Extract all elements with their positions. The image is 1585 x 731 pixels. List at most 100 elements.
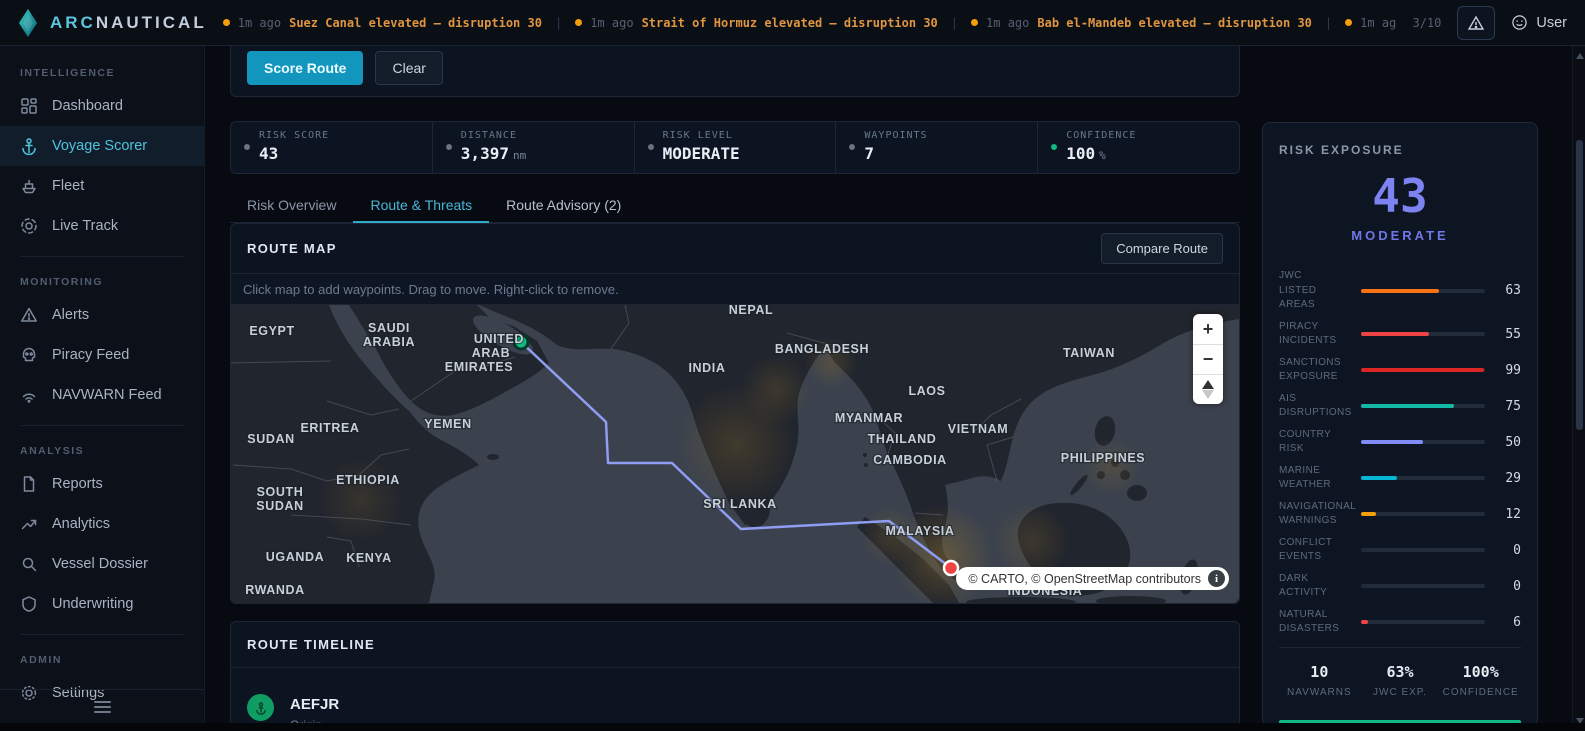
metric-label: COUNTRY RISK (1279, 428, 1332, 455)
shield-icon (20, 595, 38, 613)
sidebar-item-underwriting[interactable]: Underwriting (0, 584, 204, 624)
risk-metric-jwc-listed-areas: JWC LISTED AREAS 63 (1279, 269, 1521, 313)
svg-text:KENYA: KENYA (346, 551, 392, 565)
divider: | (1324, 15, 1333, 30)
sidebar-item-vessel-dossier[interactable]: Vessel Dossier (0, 544, 204, 584)
sidebar-item-reports[interactable]: Reports (0, 464, 204, 504)
status-dot-icon (849, 144, 856, 150)
summary-jwc-exp: 63% JWC EXP. (1360, 663, 1441, 698)
stat-risk-level: RISK LEVEL MODERATE (633, 122, 836, 173)
info-icon[interactable]: i (1208, 570, 1225, 587)
svg-text:BANGLADESH: BANGLADESH (775, 342, 869, 356)
sidebar-item-label: NAVWARN Feed (52, 387, 162, 403)
sidebar: INTELLIGENCE Dashboard Voyage Scorer Fle… (0, 46, 205, 731)
summary-navwarns: 10 NAVWARNS (1279, 663, 1360, 698)
risk-metric-ais-disruptions: AIS DISRUPTIONS 75 (1279, 392, 1521, 421)
stat-label: WAYPOINTS (864, 130, 928, 141)
route-actions-card: Score Route Clear (230, 46, 1240, 97)
sidebar-item-label: Alerts (52, 307, 90, 323)
sidebar-item-label: Dashboard (52, 98, 123, 114)
user-menu[interactable]: User (1511, 14, 1567, 31)
metric-bar-fill (1361, 368, 1484, 372)
metric-bar-track (1361, 332, 1485, 336)
sidebar-item-navwarn-feed[interactable]: NAVWARN Feed (0, 375, 204, 415)
alerts-button[interactable] (1457, 5, 1496, 40)
compare-route-button[interactable]: Compare Route (1101, 233, 1223, 264)
timeline-origin-item: AEFJR Origin (231, 668, 1239, 731)
summary-label: NAVWARNS (1287, 686, 1352, 698)
sidebar-item-alerts[interactable]: Alerts (0, 295, 204, 335)
tab-route-advisory-2[interactable]: Route Advisory (2) (489, 189, 638, 223)
tab-route-threats[interactable]: Route & Threats (353, 189, 490, 223)
destination-waypoint[interactable] (942, 559, 960, 577)
alert-text: Suez Canal elevated — disruption 30 (289, 15, 542, 30)
sidebar-item-dashboard[interactable]: Dashboard (0, 86, 204, 126)
user-avatar-icon (1512, 15, 1528, 30)
sidebar-item-label: Underwriting (52, 596, 134, 612)
metric-value: 0 (1513, 542, 1521, 558)
sidebar-collapse-button[interactable] (0, 689, 204, 723)
metric-bar-track (1361, 512, 1485, 516)
svg-text:EMIRATES: EMIRATES (445, 360, 513, 374)
compass-south-icon (1202, 390, 1214, 399)
metric-value: 50 (1505, 434, 1521, 450)
user-label: User (1536, 14, 1567, 31)
clear-button[interactable]: Clear (375, 51, 443, 85)
sidebar-item-live-track[interactable]: Live Track (0, 206, 204, 246)
sidebar-item-label: Live Track (52, 218, 119, 234)
zoom-out-button[interactable]: − (1193, 344, 1223, 374)
risk-panel-title: RISK EXPOSURE (1279, 143, 1404, 157)
compass-button[interactable] (1193, 374, 1223, 404)
stat-value: 43 (259, 144, 279, 163)
svg-text:INDIA: INDIA (688, 361, 725, 375)
sidebar-item-label: Reports (52, 476, 103, 492)
sidebar-item-label: Piracy Feed (52, 347, 130, 363)
sidebar-item-voyage-scorer[interactable]: Voyage Scorer (0, 126, 204, 166)
metric-value: 29 (1505, 470, 1521, 486)
score-route-button[interactable]: Score Route (247, 51, 364, 85)
svg-text:MALAYSIA: MALAYSIA (886, 524, 955, 538)
compass-north-icon (1202, 380, 1214, 389)
scroll-up-icon[interactable] (1576, 53, 1584, 59)
alert-triangle-icon (20, 306, 38, 324)
divider (20, 634, 184, 635)
sidebar-item-piracy-feed[interactable]: Piracy Feed (0, 335, 204, 375)
origin-code: AEFJR (290, 696, 340, 713)
dashboard-icon (20, 97, 38, 115)
divider: | (554, 15, 563, 30)
metric-value: 55 (1505, 326, 1521, 342)
status-dot-icon (244, 144, 250, 150)
summary-value: 10 (1310, 662, 1329, 681)
tab-bar: Risk Overview Route & Threats Route Adviso… (230, 189, 1240, 223)
status-dot-icon (647, 144, 654, 150)
route-stats-card: RISK SCORE 43 DISTANCE 3,397 nm RISK LEVE… (230, 121, 1240, 174)
alert-time: 1m ago (237, 15, 282, 30)
status-dot-icon (1051, 144, 1058, 150)
route-map[interactable]: EGYPT SAUDI ARABIA UNITED ARAB EMIRATES NEPAL B… (231, 305, 1239, 603)
metric-label: DARK ACTIVITY (1279, 572, 1328, 599)
sidebar-item-label: Voyage Scorer (52, 138, 148, 154)
sidebar-item-fleet[interactable]: Fleet (0, 166, 204, 206)
svg-text:TAIWAN: TAIWAN (1063, 346, 1115, 360)
metric-bar-fill (1361, 440, 1423, 444)
alert-text: Strait of Hormuz elevated — disruption 3… (641, 15, 938, 30)
tab-risk-overview[interactable]: Risk Overview (230, 189, 353, 223)
alert-ticker: 1m ago Suez Canal elevated — disruption … (222, 15, 1396, 30)
svg-text:SUDAN: SUDAN (256, 499, 303, 513)
alert-time: 1m ago (986, 15, 1030, 30)
summary-value: 63% (1386, 662, 1414, 681)
svg-text:NEPAL: NEPAL (729, 305, 773, 317)
search-icon (20, 555, 38, 573)
stat-label: DISTANCE (460, 130, 517, 141)
scrollbar-thumb[interactable] (1576, 140, 1583, 430)
svg-text:ERITREA: ERITREA (300, 421, 359, 435)
metric-bar-track (1361, 404, 1485, 408)
metric-value: 99 (1505, 362, 1521, 378)
page-scrollbar[interactable] (1572, 46, 1585, 731)
risk-level-badge: MODERATE (1351, 228, 1449, 243)
metric-label: JWC LISTED AREAS (1279, 270, 1317, 310)
zoom-in-button[interactable]: + (1193, 314, 1223, 344)
summary-label: JWC EXP. (1373, 686, 1427, 698)
sidebar-item-analytics[interactable]: Analytics (0, 504, 204, 544)
wifi-icon (20, 386, 38, 404)
